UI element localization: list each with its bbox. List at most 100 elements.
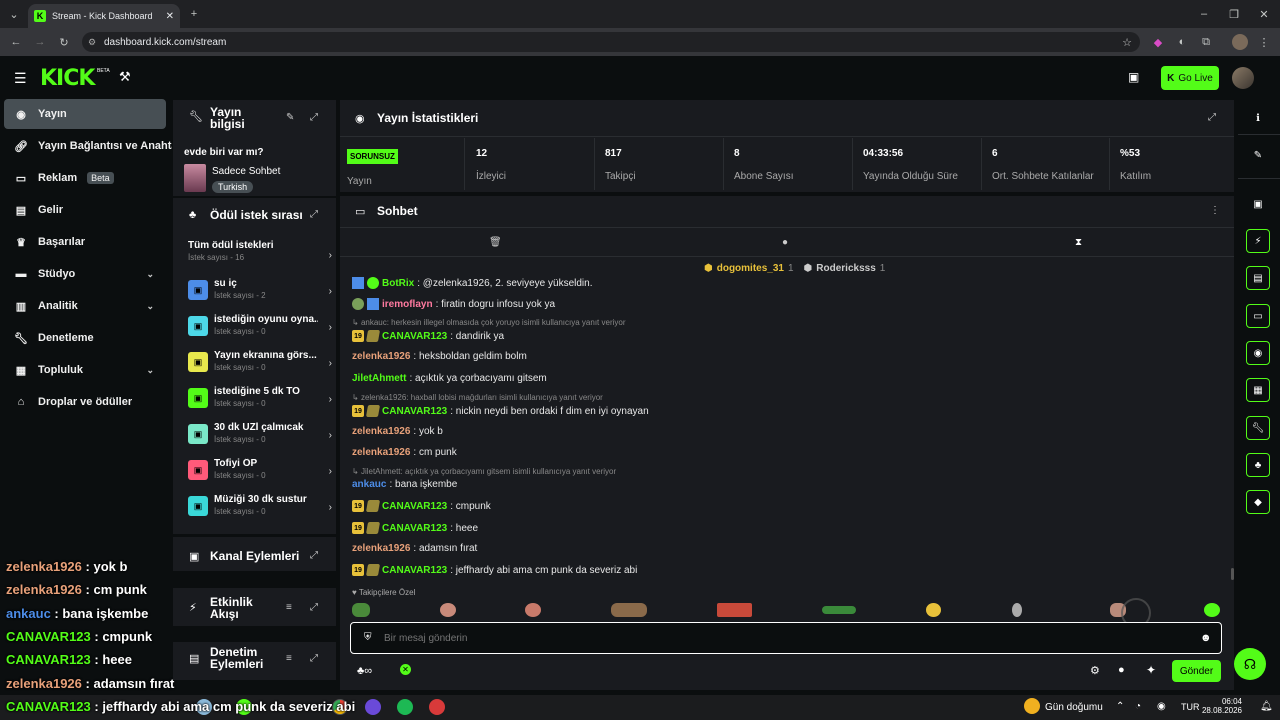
chat-username[interactable]: CANAVAR123	[382, 523, 447, 534]
popout-icon[interactable]: ⤢	[310, 550, 318, 561]
filter-icon[interactable]: ≡	[286, 653, 292, 664]
bookmark-star-icon[interactable]: ☆	[1122, 36, 1132, 49]
emote-face[interactable]	[440, 603, 456, 617]
go-live-button[interactable]: K Go Live	[1161, 66, 1219, 90]
chat-scrollbar[interactable]	[1231, 568, 1234, 580]
chat-menu-icon[interactable]: ⋮	[1210, 205, 1220, 216]
hammer-icon[interactable]: ⚒	[119, 69, 131, 85]
browser-menu-icon[interactable]: ⋮	[1256, 34, 1272, 50]
kick-coin-icon[interactable]: ✕	[400, 664, 411, 675]
new-tab-icon[interactable]: +	[186, 6, 202, 22]
sidebar-item-drops[interactable]: ⌂ Droplar ve ödüller	[4, 387, 166, 417]
chat-username[interactable]: CANAVAR123	[382, 331, 447, 342]
extensions-puzzle-icon[interactable]: ⧉	[1198, 34, 1214, 50]
spotify-taskbar-icon[interactable]	[397, 699, 413, 715]
send-button[interactable]: Gönder	[1172, 660, 1221, 682]
extension-2-icon[interactable]: ◐	[1174, 34, 1190, 50]
emote-hand[interactable]	[611, 603, 647, 617]
emote-skull[interactable]	[1012, 603, 1022, 617]
reward-icon[interactable]: ♣	[1246, 453, 1270, 477]
tab-search-icon[interactable]: ⌄	[6, 6, 22, 22]
chat-username[interactable]: CANAVAR123	[382, 406, 447, 417]
chat-bubble-icon[interactable]: ●	[782, 237, 788, 248]
channel-icon[interactable]: ▣	[1246, 192, 1270, 216]
sidebar-item-moderation[interactable]: 🔧︎ Denetleme	[4, 323, 166, 353]
popout-icon[interactable]: ⤢	[1208, 112, 1216, 123]
filter-icon[interactable]: ≡	[286, 602, 292, 613]
taskbar-app-icon[interactable]	[365, 699, 381, 715]
stats-icon[interactable]: ◉	[1246, 341, 1270, 365]
tray-app-icon[interactable]: ◉	[1157, 701, 1166, 712]
extension-icon[interactable]: ◆	[1150, 34, 1166, 50]
hamburger-menu-icon[interactable]: ☰	[14, 70, 27, 87]
reward-item[interactable]: ▣ Müziği 30 dk sustur İstek sayısı - 0 ›	[188, 492, 334, 526]
trash-icon[interactable]: 🗑︎	[489, 237, 502, 248]
taskbar-app-icon[interactable]	[429, 699, 445, 715]
chat-username[interactable]: zelenka1926	[352, 543, 410, 554]
info-icon[interactable]: ℹ	[1246, 106, 1270, 130]
edit-icon[interactable]: ✎	[286, 112, 294, 123]
commands-icon[interactable]: ✦	[1146, 663, 1156, 677]
tag-icon[interactable]: ◆	[1246, 490, 1270, 514]
reward-item[interactable]: ▣ su iç İstek sayısı - 2 ›	[188, 276, 334, 310]
emote-lips[interactable]	[717, 603, 752, 617]
info-panel-icon[interactable]: ▦	[1246, 378, 1270, 402]
support-headset-icon[interactable]: ☊	[1234, 648, 1266, 680]
lightning-icon[interactable]: ⚡︎	[1246, 229, 1270, 253]
sidebar-item-achievements[interactable]: ♛ Başarılar	[4, 227, 166, 257]
sidebar-item-stream[interactable]: ◉ Yayın	[4, 99, 166, 129]
kick-logo[interactable]: KICK	[40, 66, 95, 91]
chat-bubble-icon[interactable]: ●	[1118, 664, 1125, 676]
gifter-name[interactable]: Rodericksss	[816, 263, 875, 274]
edit-icon[interactable]: ✎	[1246, 143, 1270, 167]
chat-username[interactable]: BotRix	[382, 278, 414, 289]
notification-bell-icon[interactable]: 🔔︎	[1260, 701, 1273, 712]
emote-frog[interactable]	[1204, 603, 1220, 617]
sidebar-item-studio[interactable]: ▬ Stüdyo ⌄	[4, 259, 166, 289]
popout-icon[interactable]: ⤢	[310, 112, 318, 123]
window-close-icon[interactable]: ✕	[1256, 6, 1272, 22]
chat-username[interactable]: zelenka1926	[352, 426, 410, 437]
hourglass-icon[interactable]: ⧗	[1075, 237, 1082, 248]
close-tab-icon[interactable]: ✕	[166, 11, 174, 22]
sidebar-item-stream-key[interactable]: 🔗︎ Yayın Bağlantısı ve Anahtarı	[4, 131, 172, 161]
site-info-icon[interactable]: ⚙	[88, 37, 96, 48]
all-rewards-item[interactable]: Tüm ödül istekleri İstek sayısı - 16 ›	[188, 240, 334, 270]
shield-icon[interactable]: ⛨	[364, 632, 372, 643]
emoji-icon[interactable]: ☻	[1200, 632, 1212, 644]
chat-username[interactable]: CANAVAR123	[382, 501, 447, 512]
reward-item[interactable]: ▣ Tofiyi ÖP İstek sayısı - 0 ›	[188, 456, 334, 490]
emote-frog[interactable]	[352, 603, 370, 617]
tray-chevron-icon[interactable]: ⌃	[1116, 701, 1124, 712]
wrench-icon[interactable]: 🔧︎	[1246, 416, 1270, 440]
popout-icon[interactable]: ⤢	[310, 602, 318, 613]
chat-username[interactable]: CANAVAR123	[382, 565, 447, 576]
view-stream-icon[interactable]: ▣	[1128, 70, 1139, 84]
chat-message-input[interactable]	[384, 630, 1184, 646]
reward-item[interactable]: ▣ istediğin oyunu oyna... İstek sayısı - 0…	[188, 312, 334, 346]
sidebar-item-community[interactable]: ▦ Topluluk ⌄	[4, 355, 166, 385]
chat-username[interactable]: JiletAhmett	[352, 373, 406, 384]
keyboard-language[interactable]: TUR	[1181, 702, 1200, 712]
clock[interactable]: 06:04 28.08.2026	[1200, 697, 1242, 715]
chat-username[interactable]: zelenka1926	[352, 351, 410, 362]
minimize-icon[interactable]: –	[1196, 6, 1212, 22]
sidebar-item-ads[interactable]: ▭ Reklam Beta	[4, 163, 166, 193]
reward-item[interactable]: ▣ istediğine 5 dk TO İstek sayısı - 0 ›	[188, 384, 334, 418]
profile-avatar[interactable]	[1232, 34, 1248, 50]
forward-icon[interactable]: →	[32, 34, 48, 50]
settings-gear-icon[interactable]: ⚙	[1090, 664, 1100, 677]
emote-snake[interactable]	[822, 606, 856, 614]
tray-app-icon[interactable]: ◔	[1135, 701, 1141, 712]
chat-username[interactable]: ankauc	[352, 479, 386, 490]
emote-face[interactable]	[525, 603, 541, 617]
chat-icon[interactable]: ▭	[1246, 304, 1270, 328]
sidebar-item-analytics[interactable]: ▥ Analitik ⌄	[4, 291, 166, 321]
gifter-name[interactable]: dogomites_31	[717, 263, 784, 274]
chat-username[interactable]: iremoflayn	[382, 299, 433, 310]
popout-icon[interactable]: ⤢	[310, 209, 318, 220]
popout-icon[interactable]: ⤢	[310, 653, 318, 664]
reload-icon[interactable]: ↻	[56, 34, 72, 50]
emote-smile[interactable]	[926, 603, 941, 617]
browser-tab[interactable]: K Stream - Kick Dashboard ✕	[28, 4, 180, 28]
